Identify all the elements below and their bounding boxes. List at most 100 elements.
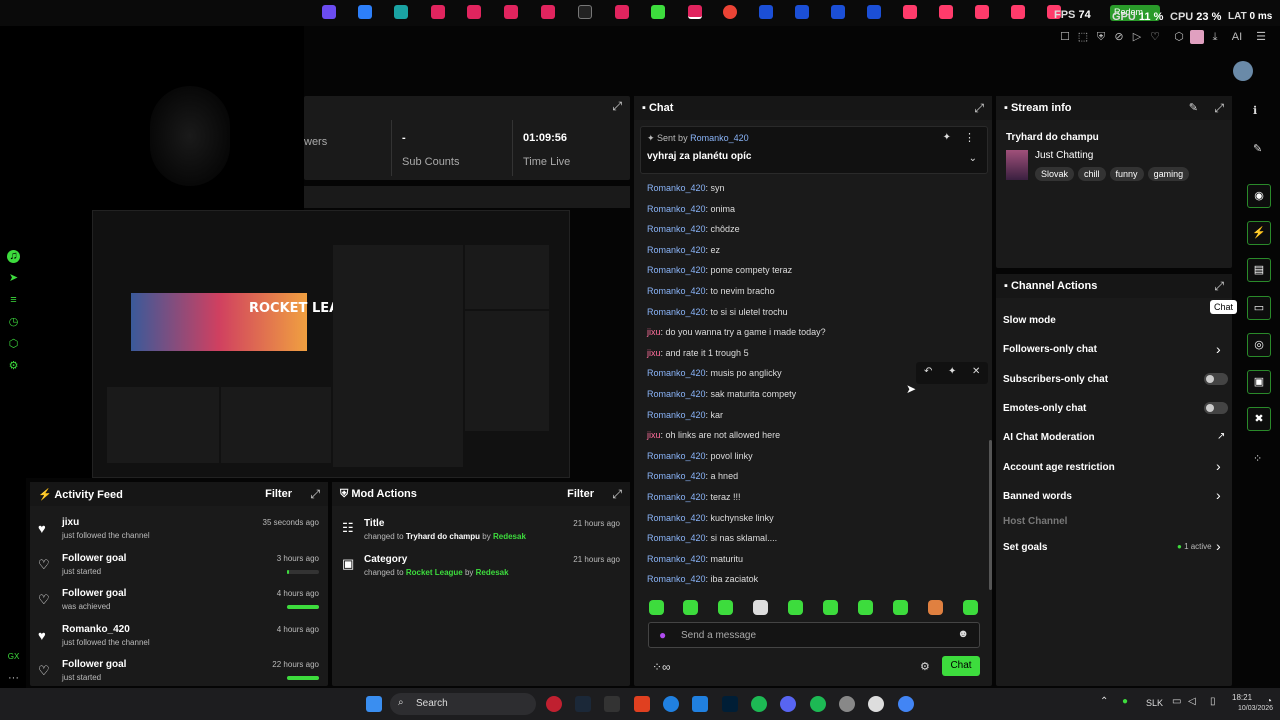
emote-icon[interactable] — [788, 600, 803, 615]
loop-icon[interactable]: ⁘∞ — [652, 660, 671, 674]
emote-icon[interactable] — [649, 600, 664, 615]
chat-message[interactable]: Romanko_420: kuchynske linky — [647, 513, 774, 523]
chat-username[interactable]: Romanko_420 — [647, 451, 706, 461]
wrench-button[interactable]: ✖ — [1247, 407, 1271, 431]
chrome-icon[interactable] — [898, 696, 914, 712]
info-icon[interactable]: ℹ — [1253, 104, 1257, 117]
tab-icon[interactable] — [759, 5, 773, 19]
mic-icon[interactable]: ● — [1122, 696, 1128, 707]
tab-icon[interactable] — [322, 5, 336, 19]
chat-username[interactable]: Romanko_420 — [647, 224, 706, 234]
chat-message[interactable]: Romanko_420: povol linky — [647, 451, 753, 461]
discord-icon[interactable] — [780, 696, 796, 712]
chat-username[interactable]: Romanko_420 — [647, 513, 706, 523]
tab-icon[interactable] — [903, 5, 917, 19]
chat-message[interactable]: Romanko_420: iba zaciatok — [647, 574, 758, 584]
activity-feed-item[interactable]: ♥ Romanko_420 just followed the channel 4 h… — [38, 624, 323, 660]
chat-message[interactable]: Romanko_420: musis po anglicky — [647, 368, 782, 378]
emote-icon[interactable] — [718, 600, 733, 615]
chat-username[interactable]: Romanko_420 — [647, 265, 706, 275]
chat-message[interactable]: Romanko_420: pome compety teraz — [647, 265, 792, 275]
chat-username[interactable]: Romanko_420 — [647, 368, 706, 378]
slow-mode-item[interactable]: Slow mode — [1003, 315, 1056, 326]
app-icon[interactable] — [663, 696, 679, 712]
obs-icon[interactable] — [868, 696, 884, 712]
tab-icon[interactable] — [975, 5, 989, 19]
vpn-icon[interactable]: ⊘ — [1112, 30, 1126, 44]
chat-message[interactable]: jixu: and rate it 1 trough 5 — [647, 348, 749, 358]
emote-icon[interactable] — [683, 600, 698, 615]
tab-icon[interactable] — [358, 5, 372, 19]
tab-icon[interactable] — [578, 5, 592, 19]
chat-message[interactable]: jixu: do you wanna try a game i made tod… — [647, 327, 826, 337]
chevron-right-icon[interactable]: › — [1216, 458, 1225, 474]
volume-icon[interactable]: ◁ — [1188, 696, 1196, 707]
download-icon[interactable]: ⤓ — [1208, 30, 1222, 44]
chat-message[interactable]: Romanko_420: to si si uletel trochu — [647, 307, 788, 317]
clock-icon[interactable]: ◷ — [7, 316, 20, 329]
screenshot-icon[interactable]: ⬚ — [1076, 30, 1090, 44]
tab-icon[interactable] — [939, 5, 953, 19]
chat-username[interactable]: jixu — [647, 430, 661, 440]
camera-button[interactable]: ◉ — [1247, 184, 1271, 208]
expand-icon[interactable]: ⤢ — [1214, 101, 1224, 116]
filter-button[interactable]: Filter — [265, 488, 292, 500]
broadcast-button[interactable]: ◎ — [1247, 333, 1271, 357]
network-icon[interactable]: ▭ — [1172, 696, 1181, 707]
battery-icon[interactable]: ▯ — [1210, 696, 1216, 707]
reply-icon[interactable]: ↶ — [924, 366, 932, 377]
chat-input[interactable]: ● Send a message ☻ — [648, 622, 980, 648]
youtube-tab-icon[interactable] — [688, 5, 702, 19]
chat-username[interactable]: Romanko_420 — [647, 307, 706, 317]
chat-message[interactable]: jixu: oh links are not allowed here — [647, 430, 780, 440]
spotify-icon[interactable] — [810, 696, 826, 712]
chat-message[interactable]: Romanko_420: ez — [647, 245, 720, 255]
emote-icon[interactable] — [893, 600, 908, 615]
chat-username[interactable]: Romanko_420 — [647, 410, 706, 420]
share-icon[interactable]: ⁘ — [1253, 452, 1262, 465]
emotes-only-toggle[interactable] — [1204, 402, 1228, 414]
chat-message[interactable]: Romanko_420: to nevim bracho — [647, 286, 775, 296]
edit-icon[interactable]: ✎ — [1189, 101, 1198, 114]
bookmark-icon[interactable]: ☐ — [1058, 30, 1072, 44]
chat-username[interactable]: Romanko_420 — [647, 183, 706, 193]
play-icon[interactable]: ▷ — [1130, 30, 1144, 44]
youtube-tab-icon[interactable] — [615, 5, 629, 19]
google-tab-icon[interactable] — [723, 5, 737, 19]
emoji-icon[interactable]: ☻ — [957, 628, 969, 640]
chat-message[interactable]: Romanko_420: onima — [647, 204, 735, 214]
chat-scrollbar[interactable] — [989, 440, 992, 590]
account-age-item[interactable]: Account age restriction — [1003, 462, 1115, 473]
expand-icon[interactable]: ⤢ — [612, 487, 622, 502]
pin-icon[interactable]: ✦ — [948, 366, 956, 377]
chat-message[interactable]: Romanko_420: sak maturita compety — [647, 389, 796, 399]
subscribers-only-item[interactable]: Subscribers-only chat — [1003, 374, 1108, 385]
emote-icon[interactable] — [753, 600, 768, 615]
notification-icon[interactable]: ◔ — [1266, 696, 1272, 707]
chat-username[interactable]: Romanko_420 — [647, 554, 706, 564]
spotify-icon[interactable]: ♫ — [7, 250, 20, 263]
followers-only-item[interactable]: Followers-only chat — [1003, 344, 1097, 355]
extensions-icon[interactable]: ⬡ — [1172, 30, 1186, 44]
language-indicator[interactable]: SLK — [1146, 698, 1163, 708]
epic-icon[interactable] — [604, 696, 620, 712]
activity-feed-item[interactable]: ♡ Follower goal was achieved 4 hours ago — [38, 588, 323, 624]
kick-tab-icon[interactable] — [651, 5, 665, 19]
app-icon[interactable] — [634, 696, 650, 712]
chat-username[interactable]: Romanko_420 — [647, 245, 706, 255]
spotify-icon[interactable] — [751, 696, 767, 712]
ai-icon[interactable]: AI — [1226, 30, 1248, 44]
cube-icon[interactable]: ⬡ — [7, 338, 20, 351]
chat-send-button[interactable]: Chat — [942, 656, 980, 676]
layout-button[interactable]: ▣ — [1247, 370, 1271, 394]
mic-icon[interactable]: ● — [659, 628, 666, 642]
chat-message[interactable]: Romanko_420: maturitu — [647, 554, 743, 564]
chat-username[interactable]: Romanko_420 — [647, 471, 706, 481]
expand-icon[interactable]: ⤢ — [612, 99, 622, 114]
gear-icon[interactable]: ⚙ — [920, 660, 930, 673]
subscribers-only-toggle[interactable] — [1204, 373, 1228, 385]
windows-start-icon[interactable] — [366, 696, 382, 712]
gx-icon[interactable]: GX — [7, 650, 20, 663]
ai-moderation-item[interactable]: AI Chat Moderation — [1003, 432, 1095, 443]
youtube-tab-icon[interactable] — [541, 5, 555, 19]
